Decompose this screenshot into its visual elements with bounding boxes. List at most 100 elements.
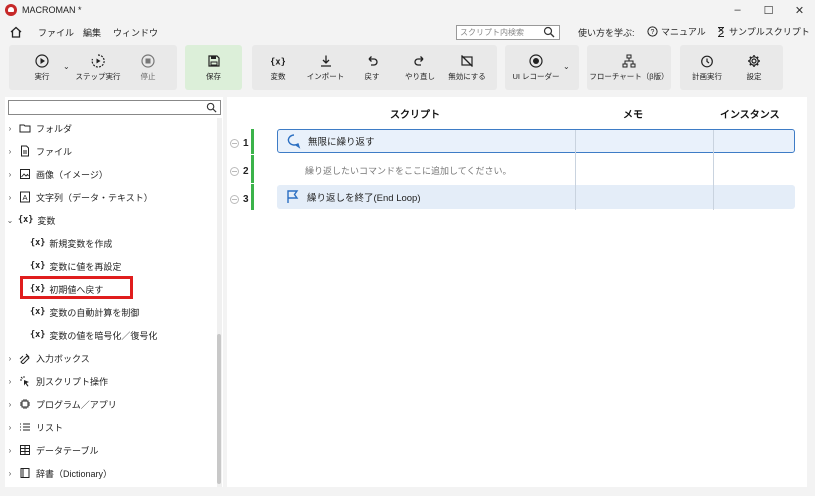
tree-subitem-create-variable[interactable]: {x} 新規変数を作成 <box>30 234 112 252</box>
redo-button[interactable]: やり直し <box>398 45 442 90</box>
row-number-2[interactable]: 2 <box>227 164 253 178</box>
help-icon: ? <box>647 26 658 37</box>
undo-button[interactable]: 戻す <box>354 45 390 90</box>
sample-script-link-label: サンプルスクリプト <box>729 27 810 37</box>
redo-icon <box>414 55 424 66</box>
tree-item-data-table[interactable]: › データテーブル <box>5 441 98 459</box>
run-button[interactable]: 実行 <box>22 45 62 90</box>
row-status-bar <box>251 184 254 210</box>
tree-item-list[interactable]: › リスト <box>5 418 63 436</box>
chevron-right-icon[interactable]: › <box>5 423 15 432</box>
command-panel: › フォルダ › ファイル › 画像（イメージ） › A 文字列（データ・テキス… <box>5 97 223 487</box>
scrollbar-thumb[interactable] <box>217 334 221 484</box>
svg-text:?: ? <box>651 29 655 36</box>
text-icon: A <box>19 191 31 203</box>
maximize-button[interactable]: ☐ <box>753 0 784 20</box>
stop-icon <box>141 53 155 68</box>
schedule-button[interactable]: 計画実行 <box>686 45 728 90</box>
timer-icon <box>701 55 713 67</box>
tree-item-text[interactable]: › A 文字列（データ・テキスト） <box>5 188 153 206</box>
chevron-right-icon[interactable]: › <box>5 124 15 133</box>
chevron-down-icon[interactable]: ⌄ <box>5 216 15 225</box>
script-op-icon <box>19 375 31 387</box>
flowchart-icon <box>622 54 636 67</box>
chevron-right-icon[interactable]: › <box>5 377 15 386</box>
variable-button[interactable]: {x} 変数 <box>258 45 298 90</box>
tree-scrollbar[interactable] <box>217 118 222 487</box>
menu-file[interactable]: ファイル <box>38 26 74 39</box>
script-row-3[interactable]: 繰り返しを終了(End Loop) <box>277 185 795 209</box>
record-icon <box>529 53 543 68</box>
flag-icon <box>287 190 299 203</box>
column-header-instance: インスタンス <box>720 110 780 121</box>
folder-icon <box>19 122 31 134</box>
tree-item-input-box[interactable]: › 入力ボックス <box>5 349 90 367</box>
menu-window[interactable]: ウィンドウ <box>113 26 158 39</box>
stop-button[interactable]: 停止 <box>130 45 166 90</box>
collapse-icon[interactable] <box>230 166 239 176</box>
chevron-right-icon[interactable]: › <box>5 147 15 156</box>
collapse-icon[interactable] <box>230 194 239 204</box>
chevron-right-icon[interactable]: › <box>5 400 15 409</box>
save-button[interactable]: 保存 <box>192 45 235 90</box>
tree-item-script-op[interactable]: › 別スクリプト操作 <box>5 372 108 390</box>
manual-link[interactable]: ? マニュアル <box>647 25 706 38</box>
tree-item-program[interactable]: › プログラム／アプリ <box>5 395 117 413</box>
tree-item-folder[interactable]: › フォルダ <box>5 119 72 137</box>
chevron-right-icon[interactable]: › <box>5 170 15 179</box>
row-status-bar <box>251 155 254 183</box>
command-search-input[interactable] <box>8 100 221 115</box>
menu-edit[interactable]: 編集 <box>83 26 101 39</box>
row-number-3[interactable]: 3 <box>227 192 253 206</box>
chevron-right-icon[interactable]: › <box>5 469 15 478</box>
sample-script-link[interactable]: サンプルスクリプト <box>716 25 810 38</box>
step-run-icon <box>91 53 105 68</box>
gear-icon <box>748 54 760 67</box>
minimize-button[interactable]: – <box>722 0 753 20</box>
recorder-dropdown-chevron-icon[interactable]: ⌄ <box>563 62 570 71</box>
chevron-right-icon[interactable]: › <box>5 446 15 455</box>
selection-highlight <box>20 276 133 299</box>
run-dropdown-chevron-icon[interactable]: ⌄ <box>63 62 70 71</box>
row-number-1[interactable]: 1 <box>227 136 253 150</box>
close-button[interactable]: ✕ <box>784 0 815 20</box>
app-logo-icon <box>5 4 17 16</box>
step-run-button[interactable]: ステップ実行 <box>75 45 121 90</box>
script-panel: スクリプト メモ インスタンス 1 無限に繰り返す 2 繰り返したいコマンドをこ… <box>227 97 807 487</box>
tree-subitem-reset-variable[interactable]: {x} 変数に値を再設定 <box>30 257 121 275</box>
chevron-right-icon[interactable]: › <box>5 193 15 202</box>
app-title: MACROMAN * <box>22 5 82 15</box>
loop-icon <box>287 134 301 149</box>
chevron-right-icon[interactable]: › <box>5 354 15 363</box>
disable-icon <box>461 54 473 67</box>
collapse-icon[interactable] <box>230 138 239 148</box>
table-icon <box>19 444 31 456</box>
column-separator <box>575 130 576 210</box>
variable-icon: {x} <box>30 238 46 248</box>
home-icon[interactable] <box>9 25 23 39</box>
tree-item-image[interactable]: › 画像（イメージ） <box>5 165 108 183</box>
input-box-icon <box>19 352 31 364</box>
tree-item-file[interactable]: › ファイル <box>5 142 72 160</box>
tree-item-dictionary[interactable]: › 辞書（Dictionary） <box>5 464 112 482</box>
import-button[interactable]: インポート <box>303 45 348 90</box>
undo-icon <box>368 55 378 66</box>
flowchart-button[interactable]: フローチャート（β版） <box>589 45 669 90</box>
tree-subitem-auto-calc[interactable]: {x} 変数の自動計算を制御 <box>30 303 139 321</box>
title-bar: MACROMAN * – ☐ ✕ <box>0 0 815 20</box>
learn-label: 使い方を学ぶ: <box>578 28 635 38</box>
script-row-2-placeholder[interactable]: 繰り返したいコマンドをここに追加してください。 <box>305 164 511 177</box>
variable-icon: {x} <box>271 57 285 67</box>
tree-item-variable[interactable]: ⌄ {x} 変数 <box>5 211 56 229</box>
settings-button[interactable]: 設定 <box>737 45 771 90</box>
script-row-1[interactable]: 無限に繰り返す <box>277 129 795 153</box>
tree-subitem-encrypt[interactable]: {x} 変数の値を暗号化／復号化 <box>30 326 157 344</box>
list-icon <box>19 421 31 433</box>
search-icon[interactable] <box>206 102 217 113</box>
variable-icon: {x} <box>30 261 46 271</box>
image-icon <box>19 168 31 180</box>
search-icon[interactable] <box>543 26 555 38</box>
disable-button[interactable]: 無効にする <box>444 45 490 90</box>
svg-text:A: A <box>22 193 27 202</box>
ui-recorder-button[interactable]: UI レコーダー <box>510 45 562 90</box>
